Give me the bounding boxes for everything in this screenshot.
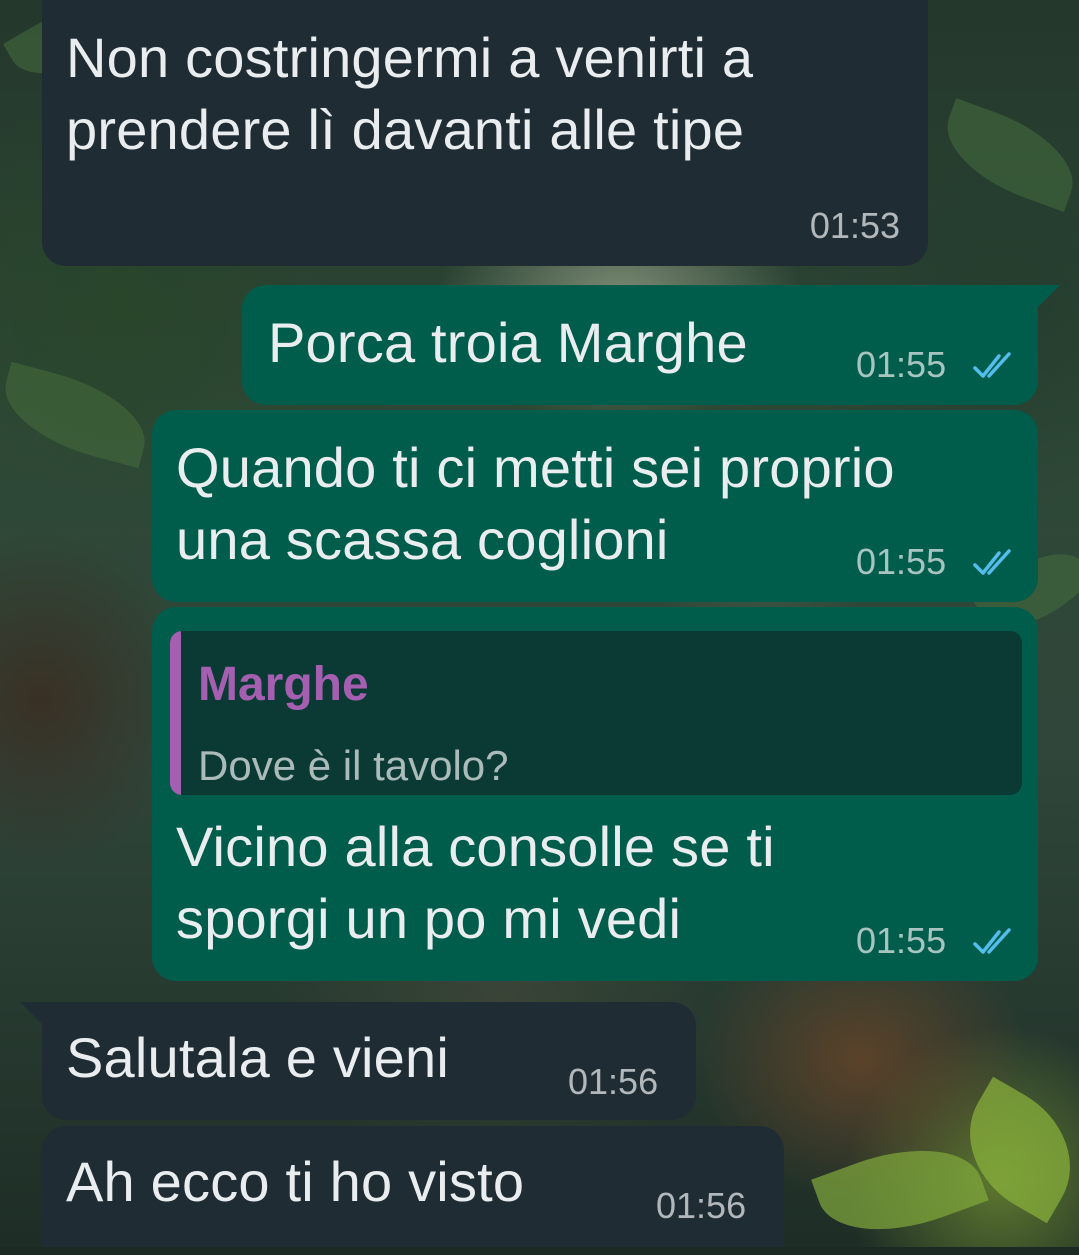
message-time: 01:55 [856,920,947,961]
bubble-tail [1038,285,1060,307]
message-text: Vicino alla consolle se ti sporgi un po … [176,815,775,950]
wallpaper-leaf [0,361,157,469]
double-check-icon [973,928,1011,954]
message-bubble-incoming[interactable]: Ah ecco ti ho visto 01:56 [42,1126,784,1247]
message-time: 01:56 [568,1061,659,1102]
message-text: Porca troia Marghe [268,311,748,374]
message-time: 01:55 [856,541,947,582]
wallpaper-leaf [811,1125,989,1255]
message-bubble-outgoing[interactable]: Quando ti ci metti sei proprio una scass… [152,410,1038,602]
quote-accent-bar [170,631,181,795]
message-bubble-outgoing-reply[interactable]: Marghe Dove è il tavolo? Vicino alla con… [152,607,1038,981]
bubble-tail [20,1002,42,1024]
message-text: Ah ecco ti ho visto [66,1150,525,1213]
message-bubble-outgoing[interactable]: Porca troia Marghe 01:55 [242,285,1038,405]
double-check-icon [973,549,1011,575]
message-bubble-incoming[interactable]: Non costringermi a venirti a prendere lì… [42,0,928,266]
message-time: 01:53 [809,205,900,246]
double-check-icon [973,352,1011,378]
quoted-message[interactable]: Marghe Dove è il tavolo? [170,631,1022,795]
message-bubble-incoming[interactable]: Salutala e vieni 01:56 [42,1002,696,1120]
message-text: Salutala e vieni [66,1026,450,1089]
message-time: 01:56 [656,1185,747,1226]
message-text: Quando ti ci metti sei proprio una scass… [176,436,895,571]
quoted-author: Marghe [198,658,369,711]
quoted-text: Dove è il tavolo? [198,742,509,789]
wallpaper-leaf [932,98,1079,212]
message-time: 01:55 [856,344,947,385]
message-text: Non costringermi a venirti a prendere lì… [66,26,754,161]
